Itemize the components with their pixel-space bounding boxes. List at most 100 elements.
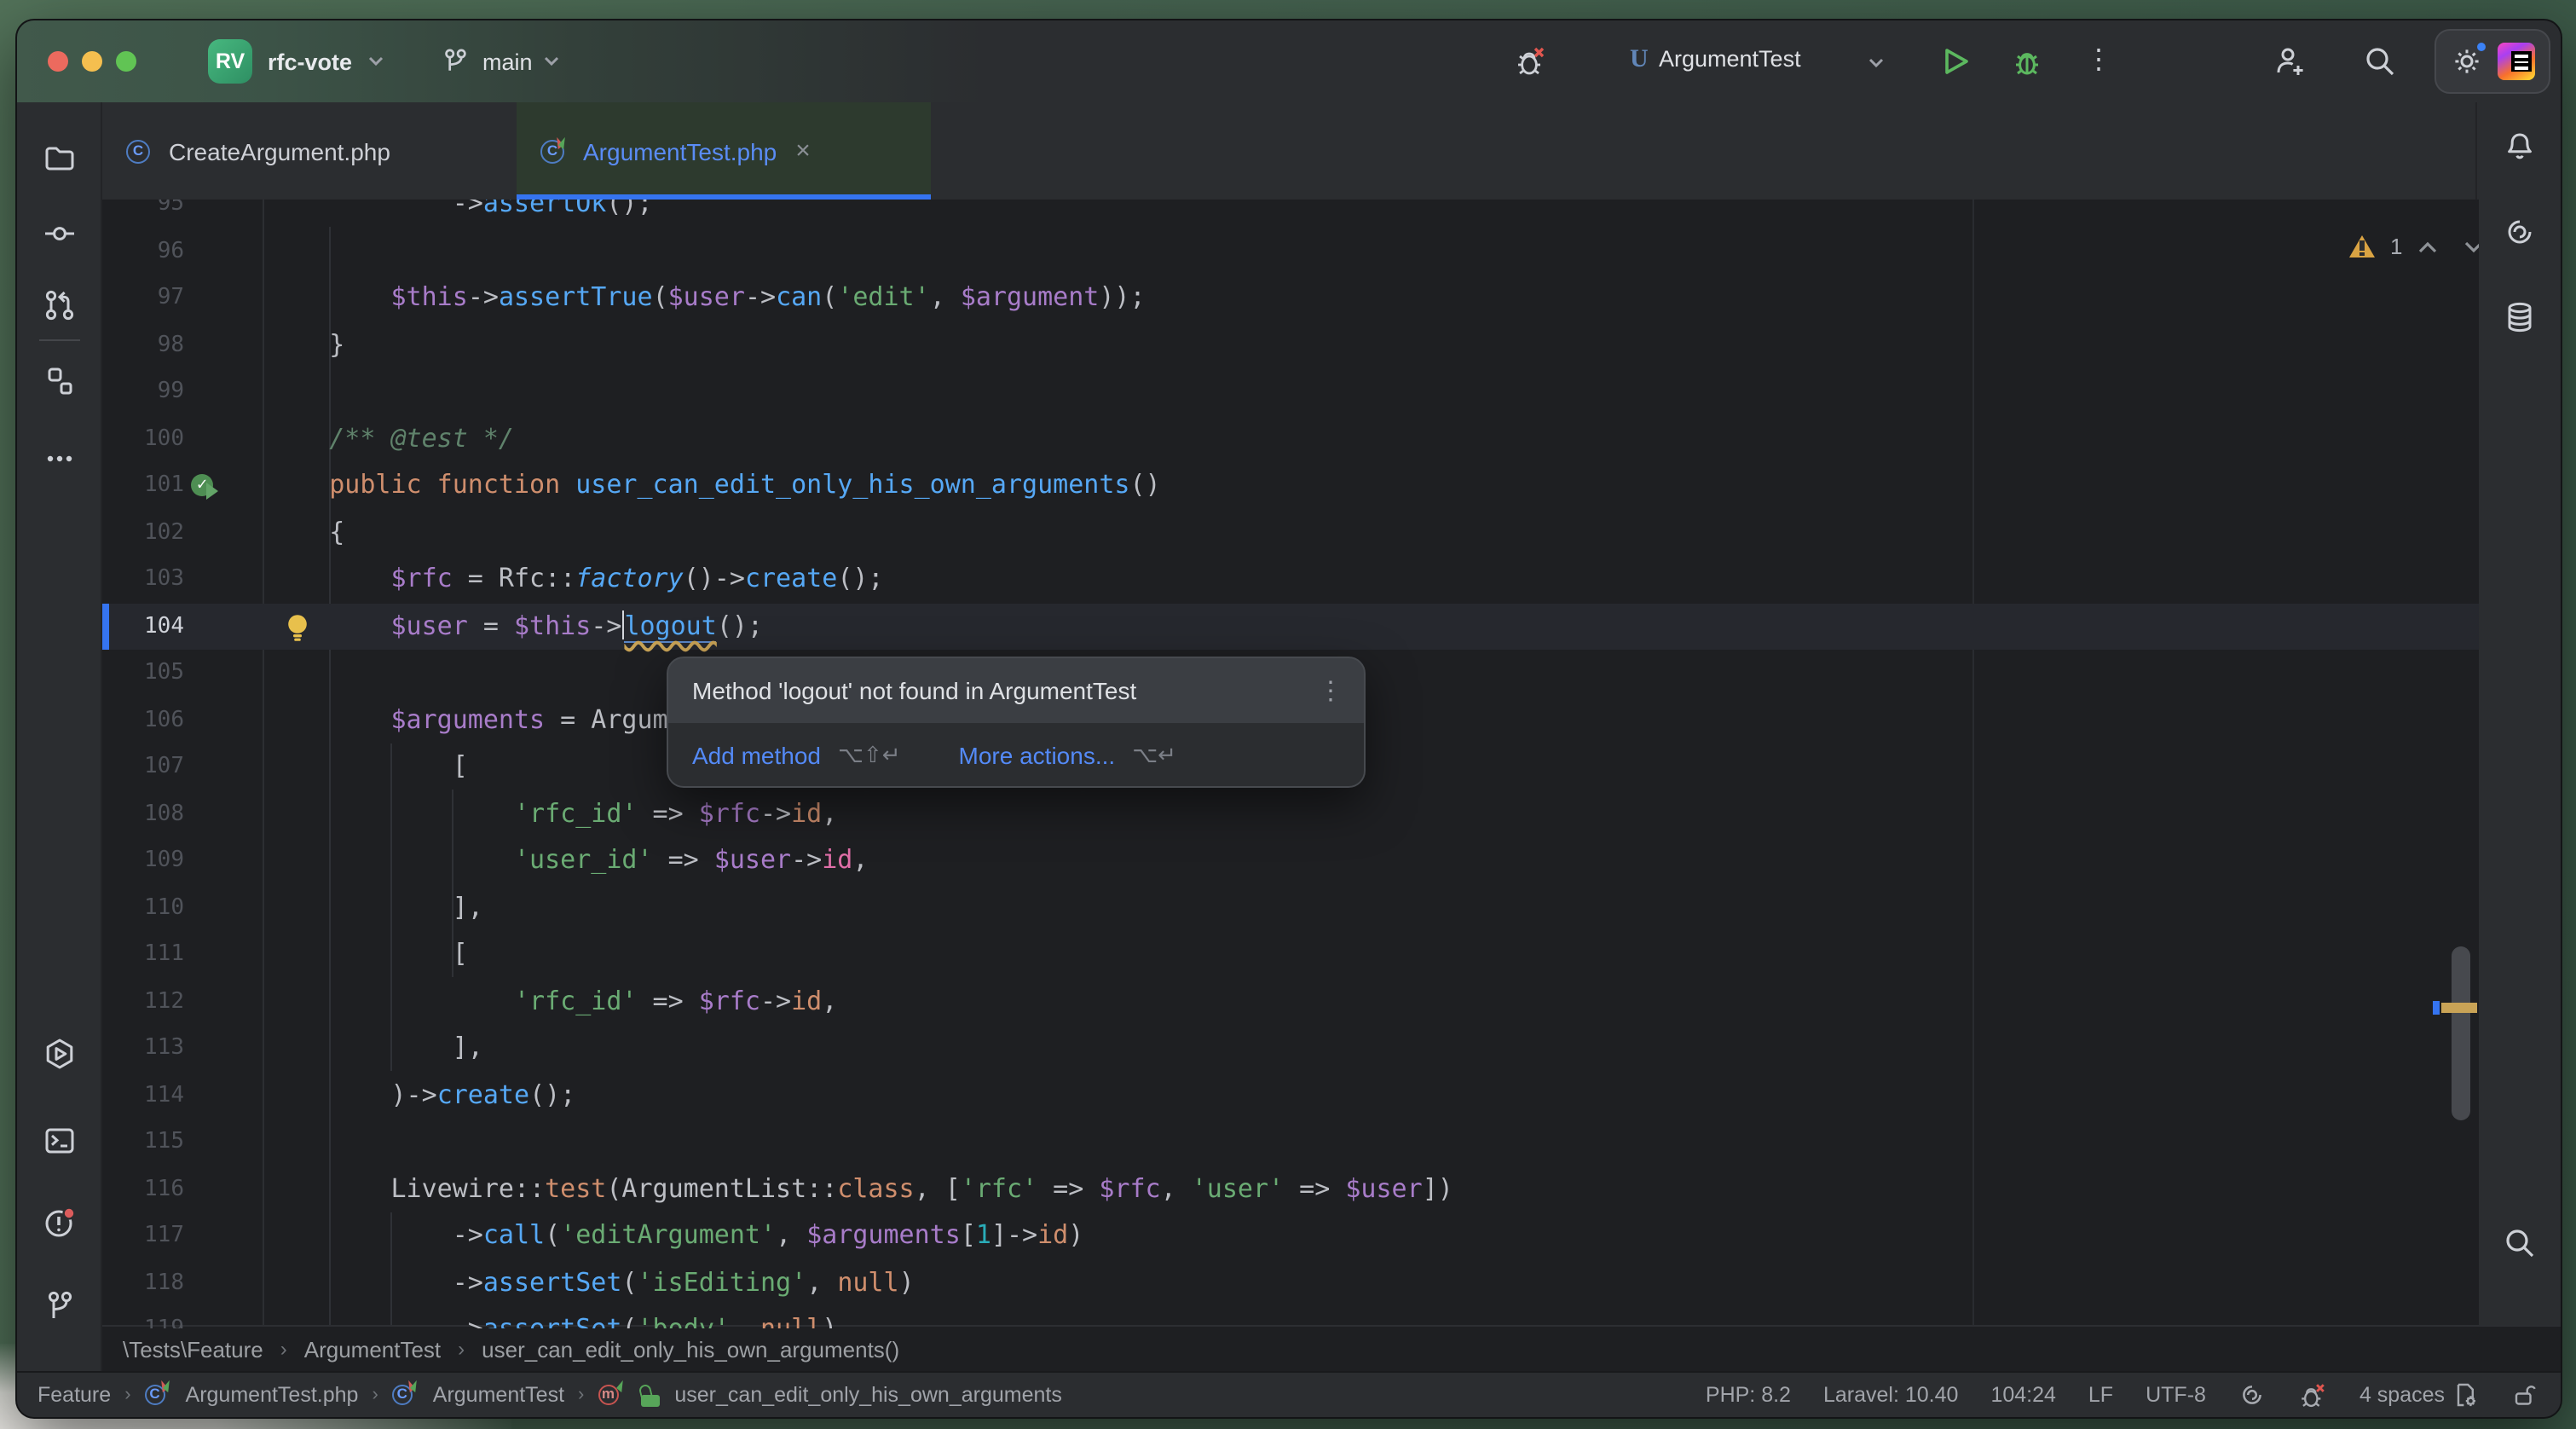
scrollbar-warning-mark[interactable] bbox=[2441, 1003, 2477, 1013]
next-problem-icon[interactable] bbox=[2463, 240, 2479, 253]
run-configuration-selector[interactable]: ArgumentTest bbox=[1659, 46, 1801, 72]
code-text: { bbox=[268, 509, 344, 556]
code-text: ->call('editArgument', $arguments[1]->id… bbox=[268, 1212, 1083, 1259]
project-tool-icon[interactable] bbox=[43, 142, 77, 176]
code-text: 'rfc_id' => $rfc->id, bbox=[268, 978, 837, 1025]
code-line[interactable]: 98 } bbox=[102, 321, 2479, 368]
project-widget[interactable]: RV rfc-vote bbox=[208, 39, 383, 84]
chevron-down-icon[interactable] bbox=[1868, 58, 1884, 68]
structure-tool-icon[interactable] bbox=[43, 363, 77, 397]
popup-message: Method 'logout' not found in ArgumentTes… bbox=[692, 677, 1318, 704]
indent-widget[interactable]: 4 spaces bbox=[2359, 1381, 2479, 1409]
code-line[interactable]: 100 /** @test */ bbox=[102, 415, 2479, 462]
zoom-window-button[interactable] bbox=[116, 51, 136, 72]
find-tool-icon[interactable] bbox=[2503, 1226, 2537, 1260]
database-tool-icon[interactable] bbox=[2503, 300, 2537, 334]
settings-and-ide-menu[interactable] bbox=[2434, 29, 2550, 94]
encoding-widget[interactable]: UTF-8 bbox=[2146, 1383, 2206, 1407]
chevron-down-icon bbox=[545, 56, 560, 67]
code-line[interactable]: 114 )->create(); bbox=[102, 1072, 2479, 1119]
nav-class[interactable]: ArgumentTest bbox=[433, 1383, 564, 1407]
breadcrumb-method[interactable]: user_can_edit_only_his_own_arguments() bbox=[482, 1336, 899, 1362]
nav-folder[interactable]: Feature bbox=[38, 1383, 111, 1407]
close-tab-icon[interactable]: × bbox=[795, 138, 811, 164]
line-number: 102 bbox=[102, 509, 184, 556]
line-number: 104 bbox=[102, 603, 184, 650]
breadcrumb-class[interactable]: ArgumentTest bbox=[304, 1336, 441, 1362]
file-settings-icon bbox=[2452, 1381, 2479, 1409]
code-line[interactable]: 108 'rfc_id' => $rfc->id, bbox=[102, 790, 2479, 837]
search-everywhere-icon[interactable] bbox=[2363, 44, 2397, 78]
code-with-me-icon[interactable] bbox=[2273, 44, 2307, 78]
problems-tool-icon[interactable] bbox=[43, 1206, 77, 1240]
previous-problem-icon[interactable] bbox=[2417, 240, 2438, 253]
nav-file[interactable]: ArgumentTest.php bbox=[186, 1383, 359, 1407]
more-actions-link[interactable]: More actions... bbox=[959, 741, 1116, 768]
code-line[interactable]: 115 bbox=[102, 1119, 2479, 1166]
gear-icon[interactable] bbox=[2450, 44, 2484, 78]
pull-requests-tool-icon[interactable] bbox=[43, 288, 77, 322]
scrollbar-caret-mark bbox=[2433, 1001, 2440, 1015]
php-version-widget[interactable]: PHP: 8.2 bbox=[1706, 1383, 1791, 1407]
inspections-widget[interactable]: 1 bbox=[2349, 234, 2479, 259]
code-line[interactable]: 109 'user_id' => $user->id, bbox=[102, 837, 2479, 884]
code-text: /** @test */ bbox=[268, 415, 514, 462]
tab-argument-test[interactable]: C ArgumentTest.php × bbox=[517, 102, 931, 200]
run-button[interactable] bbox=[1938, 44, 1972, 78]
git-tool-icon[interactable] bbox=[43, 1289, 77, 1323]
nav-method[interactable]: user_can_edit_only_his_own_arguments bbox=[674, 1383, 1061, 1407]
laravel-idea-icon[interactable] bbox=[2238, 1381, 2266, 1409]
add-method-link[interactable]: Add method bbox=[692, 741, 821, 768]
laravel-version-widget[interactable]: Laravel: 10.40 bbox=[1823, 1383, 1958, 1407]
minimize-window-button[interactable] bbox=[82, 51, 102, 72]
ai-assistant-icon[interactable] bbox=[2503, 215, 2537, 249]
line-number: 116 bbox=[102, 1166, 184, 1212]
code-line[interactable]: 104 $user = $this->logout(); bbox=[102, 603, 2479, 650]
code-line[interactable]: 117 ->call('editArgument', $arguments[1]… bbox=[102, 1212, 2479, 1259]
code-line[interactable]: 97 $this->assertTrue($user->can('edit', … bbox=[102, 275, 2479, 321]
status-bar: Feature › C ArgumentTest.php › C Argumen… bbox=[17, 1371, 2561, 1417]
tab-create-argument[interactable]: C CreateArgument.php bbox=[102, 102, 517, 200]
scrollbar-thumb[interactable] bbox=[2452, 946, 2470, 1120]
error-hint-popup: Method 'logout' not found in ArgumentTes… bbox=[667, 657, 1366, 788]
no-debugger-icon[interactable] bbox=[2298, 1380, 2327, 1409]
writable-lock-icon[interactable] bbox=[2511, 1381, 2537, 1409]
line-number: 100 bbox=[102, 415, 184, 462]
code-line[interactable]: 112 'rfc_id' => $rfc->id, bbox=[102, 978, 2479, 1025]
code-line[interactable]: 116 Livewire::test(ArgumentList::class, … bbox=[102, 1166, 2479, 1212]
more-tools-icon[interactable] bbox=[43, 442, 77, 476]
code-line[interactable]: 118 ->assertSet('isEditing', null) bbox=[102, 1259, 2479, 1306]
code-line[interactable]: 111 [ bbox=[102, 931, 2479, 978]
caret-position-widget[interactable]: 104:24 bbox=[1990, 1383, 2055, 1407]
commit-tool-icon[interactable] bbox=[43, 217, 77, 251]
intention-bulb-icon[interactable] bbox=[285, 611, 310, 649]
line-number: 111 bbox=[102, 931, 184, 978]
services-tool-icon[interactable] bbox=[43, 1037, 77, 1071]
phpstorm-logo[interactable] bbox=[2498, 43, 2535, 80]
code-line[interactable]: 101✓ public function user_can_edit_only_… bbox=[102, 462, 2479, 509]
line-number: 105 bbox=[102, 650, 184, 697]
debug-button[interactable] bbox=[2010, 44, 2044, 78]
php-test-class-icon: C bbox=[540, 137, 568, 165]
code-line[interactable]: 113 ], bbox=[102, 1025, 2479, 1072]
code-line[interactable]: 103 $rfc = Rfc::factory()->create(); bbox=[102, 556, 2479, 603]
add-method-shortcut: ⌥⇧↵ bbox=[838, 741, 901, 768]
project-avatar: RV bbox=[208, 39, 252, 84]
more-actions-icon[interactable]: ⋮ bbox=[2085, 43, 2119, 77]
code-text: 'user_id' => $user->id, bbox=[268, 837, 868, 884]
line-separator-widget[interactable]: LF bbox=[2088, 1383, 2113, 1407]
line-number: 103 bbox=[102, 556, 184, 603]
code-line[interactable]: 99 bbox=[102, 368, 2479, 415]
mute-breakpoints-icon[interactable] bbox=[1514, 44, 1548, 78]
code-line[interactable]: 102 { bbox=[102, 509, 2479, 556]
editor-tab-bar: C CreateArgument.php C ArgumentTest.php … bbox=[102, 102, 2561, 200]
close-window-button[interactable] bbox=[48, 51, 68, 72]
code-line[interactable]: 110 ], bbox=[102, 884, 2479, 931]
code-line[interactable]: 96 bbox=[102, 228, 2479, 275]
breadcrumb-namespace[interactable]: \Tests\Feature bbox=[123, 1336, 263, 1362]
notifications-bell-icon[interactable] bbox=[2503, 130, 2537, 164]
terminal-tool-icon[interactable] bbox=[43, 1124, 77, 1158]
popup-menu-icon[interactable]: ⋮ bbox=[1318, 675, 1343, 706]
vcs-branch-widget[interactable]: main bbox=[440, 39, 560, 84]
code-line[interactable]: 95 ->assertOk(); bbox=[102, 200, 2479, 228]
